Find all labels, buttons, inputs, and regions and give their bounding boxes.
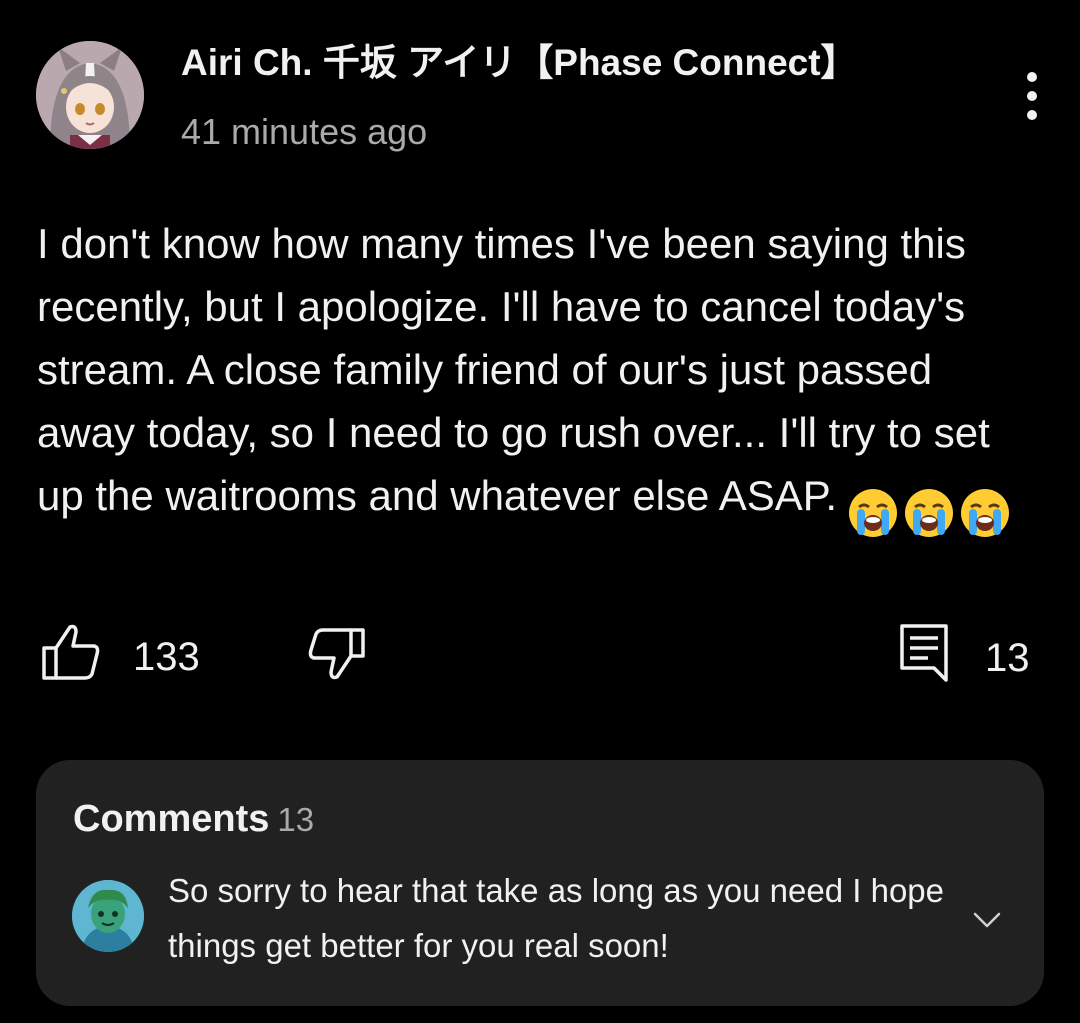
author-avatar[interactable] — [36, 41, 144, 149]
comment-count: 13 — [985, 636, 1030, 680]
comments-panel[interactable]: Comments 13 So sorry to hear that take as… — [36, 760, 1044, 1006]
thumb-down-icon — [308, 628, 365, 680]
post-text: I don't know how many times I've been sa… — [37, 220, 990, 519]
post-timestamp: 41 minutes ago — [181, 111, 428, 152]
chevron-down-icon[interactable] — [972, 908, 1002, 932]
top-comment-text: So sorry to hear that take as long as yo… — [168, 872, 944, 964]
comments-count: 13 — [277, 801, 315, 838]
thumb-up-icon — [42, 624, 100, 680]
like-count: 133 — [133, 635, 200, 679]
author-name[interactable]: Airi Ch. 千坂 アイリ【Phase Connect】 — [181, 40, 858, 86]
like-button[interactable] — [40, 622, 102, 682]
comment-icon — [900, 624, 948, 682]
comments-heading: Comments 13 — [73, 796, 314, 843]
commenter-avatar[interactable] — [72, 880, 144, 952]
loudly-crying-face-emoji — [905, 488, 954, 537]
emoji-group — [847, 478, 1015, 541]
loudly-crying-face-emoji — [961, 488, 1010, 537]
comments-label: Comments — [73, 798, 270, 840]
post-text-container: I don't know how many times I've been sa… — [37, 212, 1037, 541]
loudly-crying-face-emoji — [849, 488, 898, 537]
dislike-button[interactable] — [307, 626, 367, 682]
comment-button[interactable] — [898, 620, 952, 684]
more-vert-icon[interactable] — [1018, 70, 1046, 122]
